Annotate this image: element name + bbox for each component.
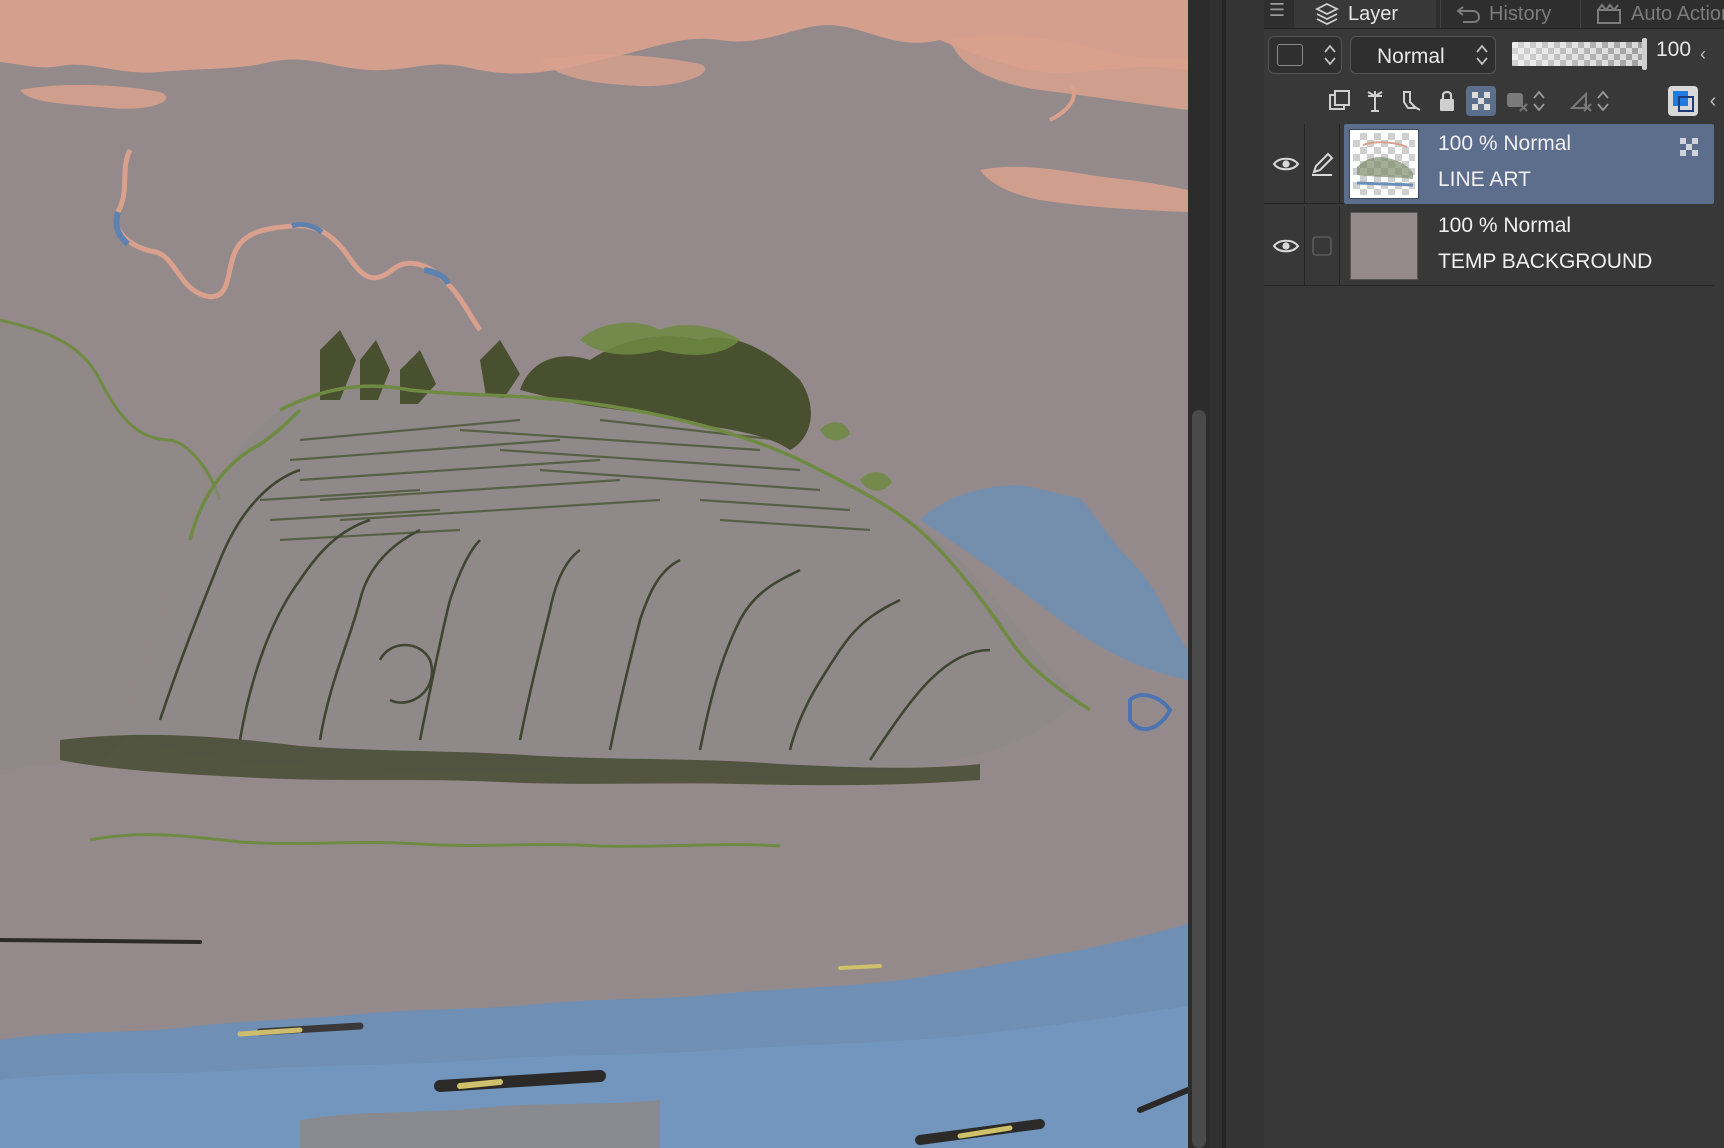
panel-side-strip xyxy=(1226,0,1264,1148)
layer-tool-bar: ‹ xyxy=(1264,80,1724,122)
layers-icon xyxy=(1314,2,1340,26)
blend-mode-value: Normal xyxy=(1377,45,1445,68)
layer-mode-label: 100 % Normal xyxy=(1438,132,1572,155)
tab-history-label: History xyxy=(1489,2,1552,25)
ruler-disabled-icon[interactable] xyxy=(1566,86,1596,116)
tab-layer[interactable]: Layer xyxy=(1294,0,1436,28)
visibility-toggle[interactable] xyxy=(1268,206,1304,286)
vertical-scrollbar-thumb[interactable] xyxy=(1192,410,1206,1148)
lock-transparency-badge-icon xyxy=(1676,134,1704,167)
tab-layer-label: Layer xyxy=(1348,2,1399,25)
updown-arrows-icon[interactable] xyxy=(1594,86,1612,116)
panel-menu-icon[interactable]: ☰ xyxy=(1266,0,1288,24)
updown-arrows-icon[interactable] xyxy=(1530,86,1548,116)
eye-icon xyxy=(1272,157,1300,171)
tab-auto-action-label: Auto Action xyxy=(1631,2,1724,25)
lock-icon[interactable] xyxy=(1432,86,1462,116)
layer-panel: ☰ Layer History Auto Action Normal 100 ‹… xyxy=(1264,0,1724,1148)
panel-tabs: ☰ Layer History Auto Action xyxy=(1264,0,1724,29)
layer-name: TEMP BACKGROUND xyxy=(1438,250,1653,273)
opacity-stepper-icon[interactable]: ‹ xyxy=(1700,44,1706,65)
eye-icon xyxy=(1272,239,1300,253)
edit-target-toggle[interactable] xyxy=(1304,206,1340,286)
layer-color-select[interactable] xyxy=(1268,36,1342,74)
checkbox-icon xyxy=(1312,236,1332,256)
opacity-slider-handle[interactable] xyxy=(1642,38,1647,70)
drawing-canvas[interactable] xyxy=(0,0,1188,1148)
mask-disabled-icon[interactable] xyxy=(1502,86,1532,116)
layer-name: LINE ART xyxy=(1438,168,1531,191)
layer-thumbnail xyxy=(1349,129,1419,199)
updown-arrows-icon xyxy=(1324,44,1336,66)
edit-target-toggle[interactable] xyxy=(1304,124,1340,204)
tab-auto-action[interactable]: Auto Action xyxy=(1580,0,1724,28)
tab-history[interactable]: History xyxy=(1440,0,1576,28)
layer-body[interactable]: 100 % Normal LINE ART xyxy=(1344,124,1714,204)
layer-mode-label: 100 % Normal xyxy=(1438,214,1572,237)
lock-transparency-icon[interactable] xyxy=(1466,86,1496,116)
layer-row-temp-background[interactable]: 100 % Normal TEMP BACKGROUND xyxy=(1264,206,1714,286)
reference-layer-icon[interactable] xyxy=(1324,86,1354,116)
artwork xyxy=(0,0,1188,1148)
visibility-toggle[interactable] xyxy=(1268,124,1304,204)
opacity-slider[interactable] xyxy=(1512,42,1644,66)
updown-arrows-icon xyxy=(1476,44,1488,66)
layer-body[interactable]: 100 % Normal TEMP BACKGROUND xyxy=(1344,206,1714,286)
opacity-value[interactable]: 100 xyxy=(1656,38,1691,62)
auto-action-icon xyxy=(1597,3,1621,24)
blend-mode-select[interactable]: Normal xyxy=(1350,36,1496,74)
draft-layer-icon[interactable] xyxy=(1396,86,1426,116)
more-arrow-icon[interactable]: ‹ xyxy=(1704,86,1722,116)
history-icon xyxy=(1456,6,1481,23)
layer-thumbnail xyxy=(1350,212,1418,280)
layer-color-swatch xyxy=(1277,44,1303,66)
layer-color-icon[interactable] xyxy=(1668,86,1698,116)
layer-property-bar: Normal 100 ‹ xyxy=(1264,30,1724,80)
lighthouse-icon[interactable] xyxy=(1360,86,1390,116)
pen-icon xyxy=(1312,152,1334,176)
layer-row-line-art[interactable]: 100 % Normal LINE ART xyxy=(1264,124,1714,204)
line-art-thumbnail-icon xyxy=(1356,141,1414,187)
